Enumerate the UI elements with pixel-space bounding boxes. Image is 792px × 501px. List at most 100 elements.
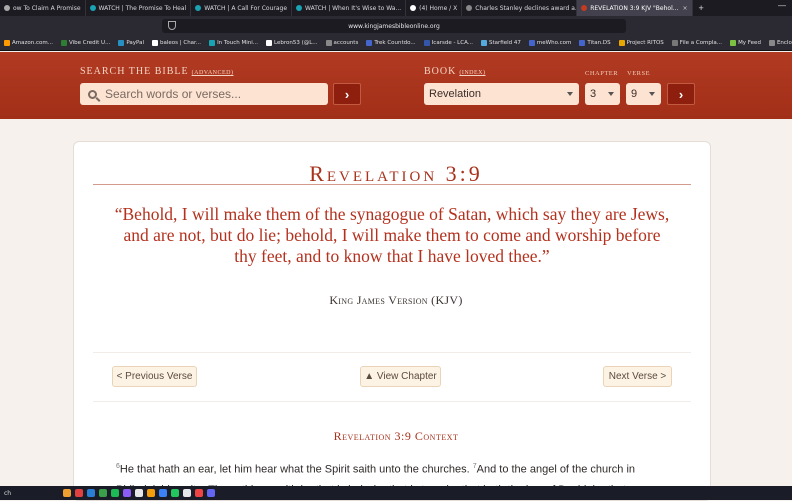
chapter-label: CHAPTER <box>585 70 619 77</box>
tab-favicon-icon <box>296 5 303 11</box>
chevron-down-icon <box>649 92 655 96</box>
title-divider <box>93 184 691 185</box>
search-label: SEARCH THE BIBLE (ADVANCED) <box>80 66 234 77</box>
bookmark-item[interactable]: Lebron53 (@L... <box>262 40 322 46</box>
new-tab-button[interactable]: + <box>693 3 710 13</box>
chapter-select[interactable]: 3 <box>585 83 620 105</box>
bookmark-label: accounts <box>333 40 359 46</box>
taskbar-app-icon[interactable] <box>171 489 180 497</box>
bookmark-item[interactable]: Trek Countdo... <box>362 40 419 46</box>
taskbar-app-icon[interactable] <box>183 489 192 497</box>
shield-icon[interactable] <box>168 21 176 30</box>
tab-label: ow To Claim A Promise <box>13 4 81 12</box>
bookmark-item[interactable]: meWho.com <box>525 40 575 46</box>
taskbar-app-icon[interactable] <box>147 489 156 497</box>
close-tab-icon[interactable]: × <box>682 5 687 12</box>
book-index-link[interactable]: (INDEX) <box>459 70 485 76</box>
bookmark-item[interactable]: In Touch Mini... <box>205 40 262 46</box>
bookmark-favicon-icon <box>423 40 430 46</box>
taskbar-app-icon[interactable] <box>159 489 168 497</box>
verse-label: VERSE <box>627 70 651 77</box>
taskbar-search-text[interactable]: ch <box>4 490 11 497</box>
bookmark-favicon-icon <box>209 40 216 46</box>
bookmark-item[interactable]: My Feed <box>726 40 765 46</box>
taskbar-app-icon[interactable] <box>123 489 132 497</box>
chevron-down-icon <box>608 92 614 96</box>
bookmark-favicon-icon <box>481 40 488 46</box>
bookmark-favicon-icon <box>671 40 678 46</box>
taskbar-app-icon[interactable] <box>111 489 120 497</box>
tab-favicon-icon <box>581 5 588 11</box>
browser-tab[interactable]: Charles Stanley declines award a... <box>462 0 578 16</box>
book-label: BOOK (INDEX) <box>424 66 486 77</box>
bookmark-favicon-icon <box>118 40 125 46</box>
bookmark-item[interactable]: Starfield 47 <box>477 40 525 46</box>
bookmark-item[interactable]: Vibe Credit U... <box>57 40 114 46</box>
browser-tab[interactable]: WATCH | A Call For Courage <box>191 0 293 16</box>
bookmark-item[interactable]: Titan.DS <box>575 40 614 46</box>
bookmark-item[interactable]: PayPal <box>114 40 148 46</box>
view-chapter-button[interactable]: ▲ View Chapter <box>360 366 441 387</box>
bookmark-label: meWho.com <box>536 40 572 46</box>
bookmark-favicon-icon <box>266 40 272 46</box>
verse-text: “Behold, I will make them of the synagog… <box>114 204 670 266</box>
bookmark-item[interactable]: accounts <box>322 40 363 46</box>
browser-tab-bar: ow To Claim A Promise WATCH | The Promise… <box>0 0 792 16</box>
chapter-select-value: 3 <box>590 88 597 100</box>
bookmark-item[interactable]: baleos | Char... <box>148 40 205 46</box>
taskbar-app-icon[interactable] <box>195 489 204 497</box>
bookmark-item[interactable]: File a Compla... <box>668 40 726 46</box>
bookmark-favicon-icon <box>60 40 67 46</box>
taskbar-app-icon[interactable] <box>135 489 144 497</box>
advanced-search-link[interactable]: (ADVANCED) <box>192 70 234 76</box>
bookmark-item[interactable]: Enclosed Co... <box>765 40 792 46</box>
bookmark-label: File a Compla... <box>679 40 723 46</box>
browser-tab[interactable]: (4) Home / X <box>406 0 463 16</box>
browser-tab[interactable]: WATCH | When It's Wise to Wa... <box>292 0 407 16</box>
bookmark-favicon-icon <box>730 40 737 46</box>
address-field[interactable]: www.kingjamesbibleonline.org <box>162 19 626 33</box>
tab-label: Charles Stanley declines award a... <box>475 4 578 12</box>
book-select[interactable]: Revelation <box>424 83 579 105</box>
bookmark-item[interactable]: Amazon.com... <box>0 40 57 46</box>
taskbar-app-icon[interactable] <box>75 489 84 497</box>
tab-favicon-icon <box>410 5 417 11</box>
bookmark-label: Trek Countdo... <box>374 40 416 46</box>
bookmark-favicon-icon <box>618 40 625 46</box>
book-select-value: Revelation <box>429 88 481 100</box>
verse-select[interactable]: 9 <box>626 83 661 105</box>
search-input[interactable]: Search words or verses... <box>80 83 328 105</box>
bookmark-item[interactable]: Project RITOS <box>615 40 668 46</box>
taskbar-app-icon[interactable] <box>99 489 108 497</box>
search-go-button[interactable]: › <box>333 83 361 105</box>
taskbar-app-icon[interactable] <box>87 489 96 497</box>
bookmark-label: My Feed <box>738 40 761 46</box>
next-verse-button[interactable]: Next Verse > <box>603 366 672 387</box>
previous-verse-button[interactable]: < Previous Verse <box>112 366 197 387</box>
bookmark-label: Titan.DS <box>587 40 611 46</box>
browser-tab[interactable]: ow To Claim A Promise <box>0 0 86 16</box>
tab-label: WATCH | When It's Wise to Wa... <box>305 4 402 12</box>
bookmark-favicon-icon <box>152 40 158 46</box>
minimize-icon[interactable]: — <box>778 1 786 10</box>
os-taskbar: ch <box>0 486 792 500</box>
browser-tab[interactable]: WATCH | The Promise To Heal <box>86 0 192 16</box>
bookmark-favicon-icon <box>325 40 332 46</box>
taskbar-app-icon[interactable] <box>63 489 72 497</box>
bookmark-favicon-icon <box>528 40 535 46</box>
search-placeholder: Search words or verses... <box>105 87 242 101</box>
bookmark-item[interactable]: Icarsde - LCA... <box>420 40 477 46</box>
taskbar-app-icon[interactable] <box>207 489 216 497</box>
bookmark-label: PayPal <box>126 40 144 46</box>
tab-label: (4) Home / X <box>419 4 458 12</box>
verse-go-button[interactable]: › <box>667 83 695 105</box>
bookmark-label: baleos | Char... <box>160 40 202 46</box>
browser-tab[interactable]: REVELATION 3:9 KJV "Behol... × <box>577 0 693 16</box>
verse-card <box>73 141 711 501</box>
search-icon <box>88 89 97 99</box>
context-title: Revelation 3:9 Context <box>333 429 459 443</box>
bookmark-label: Vibe Credit U... <box>68 40 111 46</box>
chevron-down-icon <box>567 92 573 96</box>
bookmark-label: Starfield 47 <box>489 40 521 46</box>
tab-label: REVELATION 3:9 KJV "Behol... <box>590 4 679 12</box>
